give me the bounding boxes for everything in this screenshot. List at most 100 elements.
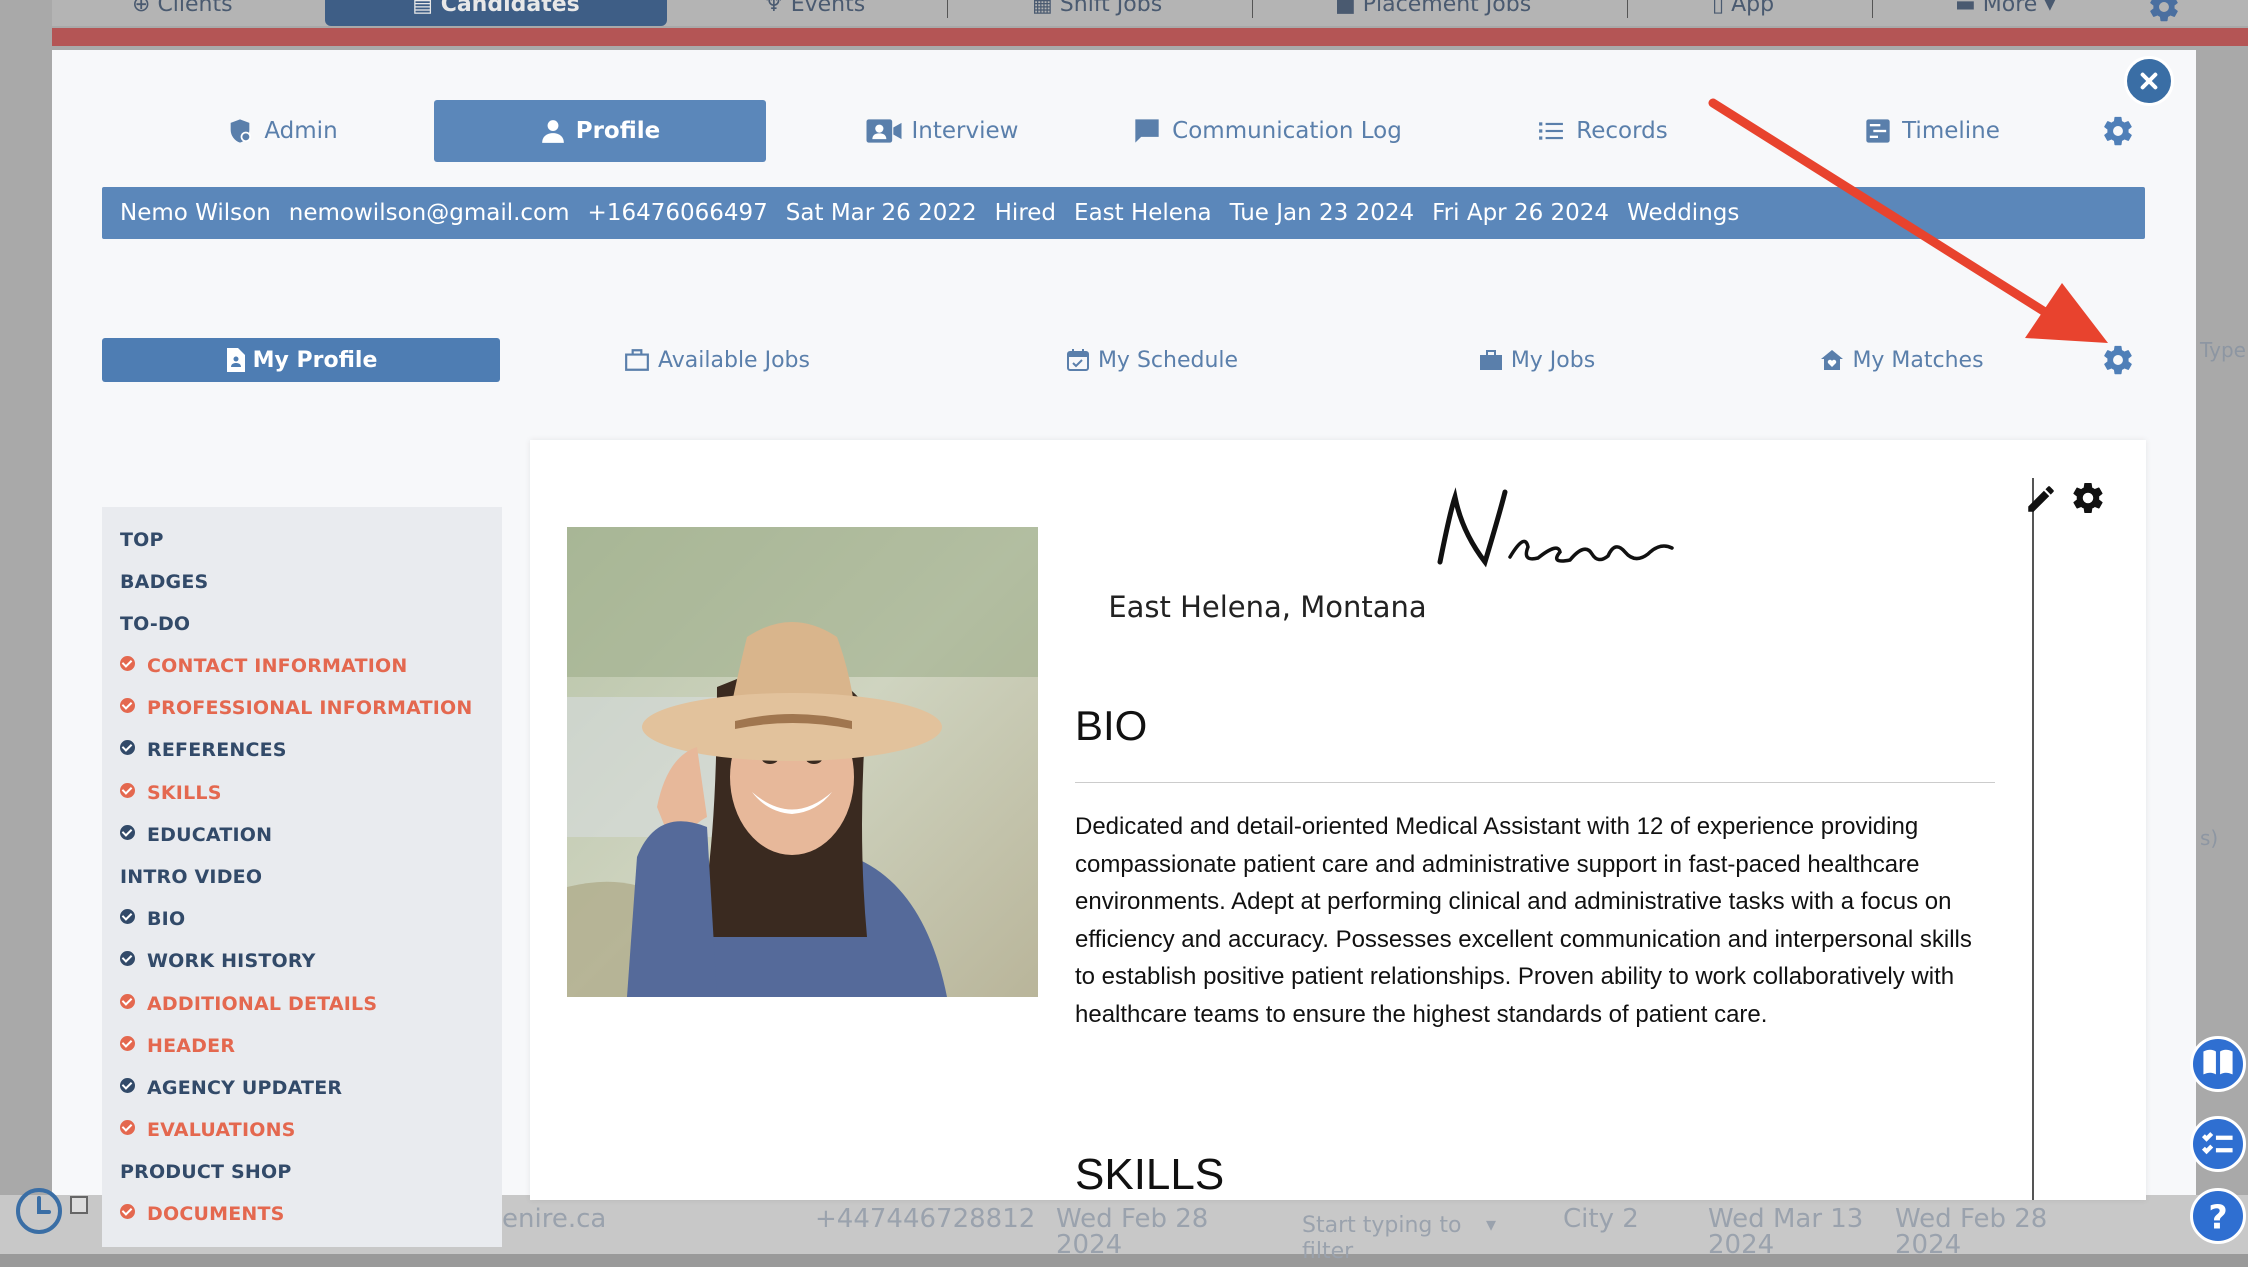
- subtab-available-jobs[interactable]: Available Jobs: [602, 338, 832, 382]
- shield-icon: [231, 119, 252, 143]
- menu-item-to-do[interactable]: TO-DO: [120, 613, 190, 635]
- subtab-my-jobs[interactable]: My Jobs: [1452, 338, 1622, 382]
- candidate-category: Weddings: [1627, 200, 1740, 226]
- tasks-checklist-button[interactable]: [2190, 1116, 2246, 1172]
- row-date-3-year: 2024: [1895, 1230, 1962, 1260]
- portal-subtabs: My Profile Available Jobs My Schedule My…: [102, 338, 2145, 382]
- menu-item-intro-video[interactable]: INTRO VIDEO: [120, 866, 262, 888]
- complete-check-icon: [120, 740, 135, 755]
- menu-item-work-history[interactable]: WORK HISTORY: [120, 950, 316, 972]
- menu-item-education[interactable]: EDUCATION: [120, 824, 272, 846]
- nav-candidates[interactable]: ▤ Candidates: [325, 0, 667, 26]
- menu-item-badges[interactable]: BADGES: [120, 571, 208, 593]
- pencil-edit-icon[interactable]: [2024, 482, 2058, 516]
- subtab-my-schedule[interactable]: My Schedule: [1042, 338, 1262, 382]
- open-book-icon: [2203, 1049, 2233, 1075]
- nav-more[interactable]: ▬ More ▾: [1955, 0, 2055, 26]
- menu-item-bio[interactable]: BIO: [120, 908, 185, 930]
- menu-item-evaluations[interactable]: EVALUATIONS: [120, 1119, 296, 1141]
- timeline-icon: [1866, 119, 1890, 143]
- row-filter-input-cont: filter: [1302, 1239, 1354, 1264]
- incomplete-check-icon: [120, 1036, 135, 1051]
- nav-divider: [1872, 0, 1873, 18]
- tab-profile[interactable]: Profile: [434, 100, 766, 162]
- nav-shift-jobs[interactable]: ▦ Shift Jobs: [1032, 0, 1162, 26]
- background-top-nav: ⊕ Clients ▤ Candidates ♆ Events ▦ Shift …: [52, 0, 2248, 26]
- clock-icon[interactable]: [14, 1186, 64, 1236]
- menu-item-agency-updater[interactable]: AGENCY UPDATER: [120, 1077, 342, 1099]
- nav-app[interactable]: ▯ App: [1712, 0, 1774, 26]
- profile-card: East Helena, Montana BIO Dedicated and d…: [530, 440, 2146, 1200]
- knowledge-base-button[interactable]: [2190, 1036, 2246, 1092]
- incomplete-check-icon: [120, 1120, 135, 1135]
- tab-label: Records: [1576, 118, 1668, 144]
- background-column-header: Type: [2200, 338, 2246, 362]
- briefcase-icon: ■: [1335, 0, 1363, 17]
- subtab-my-profile[interactable]: My Profile: [102, 338, 500, 382]
- menu-item-professional-information[interactable]: PROFESSIONAL INFORMATION: [120, 697, 472, 719]
- profile-location: East Helena, Montana: [1108, 590, 1427, 624]
- nav-clients[interactable]: ⊕ Clients: [132, 0, 233, 26]
- menu-item-references[interactable]: REFERENCES: [120, 739, 287, 761]
- subtab-my-matches[interactable]: My Matches: [1802, 338, 2002, 382]
- card-settings-gear-icon[interactable]: [2070, 480, 2106, 516]
- help-button[interactable]: ?: [2190, 1188, 2246, 1244]
- settings-gear-icon[interactable]: [2147, 0, 2181, 24]
- complete-check-icon: [120, 909, 135, 924]
- menu-item-additional-details[interactable]: ADDITIONAL DETAILS: [120, 993, 377, 1015]
- tab-records[interactable]: Records: [1527, 100, 1677, 162]
- user-icon: [541, 120, 564, 143]
- menu-item-documents[interactable]: DOCUMENTS: [120, 1203, 285, 1225]
- nav-placement-jobs[interactable]: ■ Placement Jobs: [1335, 0, 1531, 26]
- globe-icon: ⊕: [132, 0, 158, 17]
- svg-text:?: ?: [2208, 1198, 2227, 1237]
- nav-divider: [1627, 0, 1628, 18]
- bio-divider: [1075, 782, 1995, 783]
- tab-label: Timeline: [1902, 118, 2000, 144]
- subtabs-settings-gear-icon[interactable]: [2101, 343, 2135, 377]
- nav-events[interactable]: ♆ Events: [764, 0, 865, 26]
- subtab-label: My Jobs: [1510, 347, 1596, 373]
- incomplete-check-icon: [120, 994, 135, 1009]
- menu-item-contact-information[interactable]: CONTACT INFORMATION: [120, 655, 407, 677]
- tab-label: Admin: [264, 118, 338, 144]
- tab-communication-log[interactable]: Communication Log: [1127, 100, 1407, 162]
- row-date-2-year: 2024: [1708, 1230, 1775, 1260]
- row-email: enire.ca: [502, 1204, 607, 1234]
- subtab-label: Available Jobs: [658, 347, 810, 373]
- complete-check-icon: [120, 825, 135, 840]
- candidate-phone: +16476066497: [587, 200, 768, 226]
- menu-item-product-shop[interactable]: PRODUCT SHOP: [120, 1161, 292, 1183]
- row-select-checkbox[interactable]: [70, 1196, 88, 1214]
- menu-item-skills[interactable]: SKILLS: [120, 782, 222, 804]
- tab-interview[interactable]: Interview: [842, 100, 1042, 162]
- skills-heading: SKILLS: [1075, 1150, 1225, 1199]
- calendar-icon: ▦: [1032, 0, 1060, 17]
- chat-icon: ▬: [1955, 0, 1983, 17]
- bio-text: Dedicated and detail-oriented Medical As…: [1075, 813, 1972, 1028]
- tab-timeline[interactable]: Timeline: [1857, 100, 2007, 162]
- calendar-check-icon: [1066, 349, 1089, 371]
- bio-heading: BIO: [1075, 702, 1148, 749]
- close-modal-button[interactable]: [2124, 56, 2174, 106]
- incomplete-check-icon: [120, 783, 135, 798]
- subtab-label: My Profile: [252, 347, 378, 373]
- candidate-name: Nemo Wilson: [120, 200, 271, 226]
- checklist-icon: [2201, 1132, 2233, 1155]
- chat-icon: [1135, 119, 1159, 143]
- row-phone: +447446728812: [815, 1204, 1036, 1234]
- mobile-icon: ▯: [1712, 0, 1732, 17]
- row-city: City 2: [1563, 1204, 1639, 1234]
- main-tabs: Admin Profile Interview Communication Lo…: [102, 100, 2145, 162]
- home-heart-icon: [1821, 350, 1844, 370]
- menu-item-header[interactable]: HEADER: [120, 1035, 235, 1057]
- briefcase-outline-icon: [625, 349, 649, 371]
- tab-admin[interactable]: Admin: [197, 100, 367, 162]
- candidate-info-bar: Nemo Wilson nemowilson@gmail.com +164760…: [102, 187, 2145, 239]
- menu-item-top[interactable]: TOP: [120, 529, 164, 551]
- tab-label: Profile: [575, 118, 661, 144]
- tabs-settings-gear-icon[interactable]: [2101, 114, 2135, 148]
- nav-divider: [1252, 0, 1253, 18]
- candidate-email: nemowilson@gmail.com: [288, 200, 570, 226]
- incomplete-check-icon: [120, 698, 135, 713]
